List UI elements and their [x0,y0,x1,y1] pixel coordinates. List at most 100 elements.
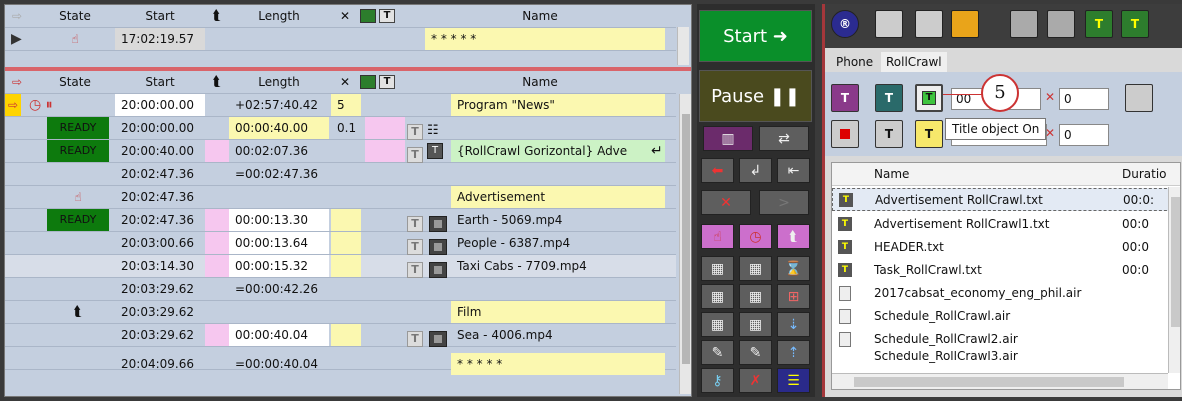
cards-icon[interactable] [951,10,979,38]
mosaic-icon[interactable] [1047,10,1075,38]
table-row[interactable]: 20:03:29.62 00:00:40.04 T Sea - 4006.mp4 [5,324,676,347]
row-length: 00:00:13.64 [229,232,329,254]
edit-icon[interactable] [875,10,903,38]
return-mark-button[interactable]: ⮬ [777,224,810,249]
list-scrollbar[interactable] [1168,187,1180,373]
edit-icon[interactable]: ✎ [701,340,734,365]
list-item[interactable]: T Advertisement RollCrawl1.txt 00:0 [832,213,1180,236]
col-start[interactable]: Start [115,5,205,27]
rollcrawl-file-icon: T [838,240,852,254]
row-flag [365,140,405,162]
key-icon[interactable]: ⚷ [701,368,734,393]
hourglass-icon[interactable]: ⌛ [777,256,810,281]
col-name[interactable]: Name [405,5,675,27]
count-field[interactable]: 0 [1059,88,1109,110]
return-icon: ⮬ [212,8,222,24]
list-item[interactable]: Schedule_RollCrawl3.air [832,351,1180,363]
table-row[interactable]: ⮬ 20:03:29.62 Film [5,301,676,324]
calendar-icon[interactable]: ▦ [739,284,772,309]
list-item[interactable]: Schedule_RollCrawl.air [832,305,1180,328]
calendar-icon[interactable]: ▦ [701,312,734,337]
table-row[interactable]: ⇨ ◷ ⏸ 20:00:00.00 +02:57:40.42 5 Program… [5,94,676,117]
swap-button[interactable]: ⇄ [759,126,809,151]
col-name[interactable]: Name [405,71,675,93]
calendar-icon[interactable]: ▦ [701,256,734,281]
stop-icon[interactable] [831,120,859,148]
list-item[interactable]: 2017cabsat_economy_eng_phil.air [832,282,1180,305]
edit-icon[interactable]: ✎ [739,340,772,365]
scroll-thumb[interactable] [854,377,1124,387]
list-item[interactable]: T Task_RollCrawl.txt 00:0 [832,259,1180,282]
delete-button[interactable]: ✕ [701,190,751,215]
table-row[interactable]: 20:03:00.66 00:00:13.64 T People - 6387.… [5,232,676,255]
clock-pause-icon: ◷ ⏸ [29,97,53,113]
row-start: 20:04:09.66 [121,357,194,371]
move-down-icon[interactable]: ⇣ [777,312,810,337]
tab-phone[interactable]: Phone [831,52,878,72]
table-row[interactable]: 20:02:47.36 =00:02:47.36 [5,163,676,186]
schedule-file-icon [839,309,851,324]
list-item[interactable]: Schedule_RollCrawl2.air [832,328,1180,351]
cross-icon: ✕ [1045,90,1056,104]
clock-button[interactable]: ◷ [739,224,772,249]
grid-icon[interactable]: ⊞ [777,284,810,309]
return-button[interactable]: ↲ [739,158,772,183]
tab-rollcrawl[interactable]: RollCrawl [881,52,947,72]
calendar-icon[interactable]: ▦ [739,256,772,281]
top-scrollbar[interactable] [677,27,689,65]
rollcrawl-button[interactable]: T [875,84,903,112]
skip-button[interactable]: > [759,190,809,215]
list-item[interactable]: T Advertisement RollCrawl.txt 00:0: [832,188,1180,211]
pause-button[interactable]: Pause ❚❚ [699,70,812,122]
rollcrawl-icon[interactable]: T [1121,10,1149,38]
schedule-file-icon [839,286,851,301]
table-row[interactable]: 20:04:09.66 =00:00:40.04 * * * * * [5,347,676,375]
count-field[interactable]: 0 [1059,124,1109,146]
row-name: Program "News" [451,94,665,116]
stop-square-icon [840,129,850,139]
row-start: 20:00:00.00 [121,121,194,135]
onair-row[interactable]: ▶ ☝ 17:02:19.57 * * * * * [5,28,676,51]
table-row[interactable]: READY 20:02:47.36 00:00:13.30 T Earth - … [5,209,676,232]
col-state[interactable]: State [35,5,115,27]
col-duration[interactable]: Duratio [1122,163,1167,186]
title-object-icon: T [407,327,423,349]
col-length[interactable]: Length [229,5,329,27]
col-name[interactable]: Name [874,163,909,186]
col-state[interactable]: State [35,71,115,93]
title-icon: T [379,9,395,23]
table-row[interactable]: 20:03:29.62 =00:00:42.26 [5,278,676,301]
calendar-icon[interactable]: ▦ [739,312,772,337]
table-row[interactable]: ☝ 20:02:47.36 Advertisement [5,186,676,209]
table-row[interactable]: READY 20:00:00.00 00:00:40.00 0.1 T ☷ [5,117,676,140]
register-icon[interactable]: ® [831,10,859,38]
table-row[interactable]: READY 20:00:40.00 00:02:07.36 T T {RollC… [5,140,676,163]
table-row[interactable]: 20:03:14.30 00:00:15.32 T Taxi Cabs - 77… [5,255,676,278]
goto-start-button[interactable]: ⇤ [777,158,810,183]
title-off-button[interactable]: T [831,84,859,112]
split-button[interactable]: ▥ [703,126,753,151]
title-yellow-button[interactable]: T [915,120,943,148]
title-icon[interactable]: T [1085,10,1113,38]
list-icon[interactable]: ☰ [777,368,810,393]
hand-button[interactable]: ☝ [701,224,734,249]
scroll-thumb[interactable] [682,114,690,364]
back-icon[interactable]: ⬅ [701,158,734,183]
remove-key-icon[interactable]: ✗ [739,368,772,393]
col-length[interactable]: Length [229,71,329,93]
calendar-icon[interactable]: ▦ [701,284,734,309]
list-item[interactable]: T HEADER.txt 00:0 [832,236,1180,259]
horizontal-scrollbar[interactable] [832,373,1168,389]
arrow-icon: ⇨ [11,75,23,89]
start-button[interactable]: Start ➜ [699,10,812,62]
playlist-scrollbar[interactable] [679,94,691,394]
title-on-button[interactable]: T [915,84,943,112]
scroll-thumb[interactable] [1171,197,1180,327]
image-icon[interactable] [1010,10,1038,38]
title-reset-button[interactable]: T [875,120,903,148]
rollcrawl-file-icon: T [838,263,852,277]
col-start[interactable]: Start [115,71,205,93]
film-icon[interactable] [915,10,943,38]
move-up-icon[interactable]: ⇡ [777,340,810,365]
swap-icon[interactable] [1125,84,1153,112]
